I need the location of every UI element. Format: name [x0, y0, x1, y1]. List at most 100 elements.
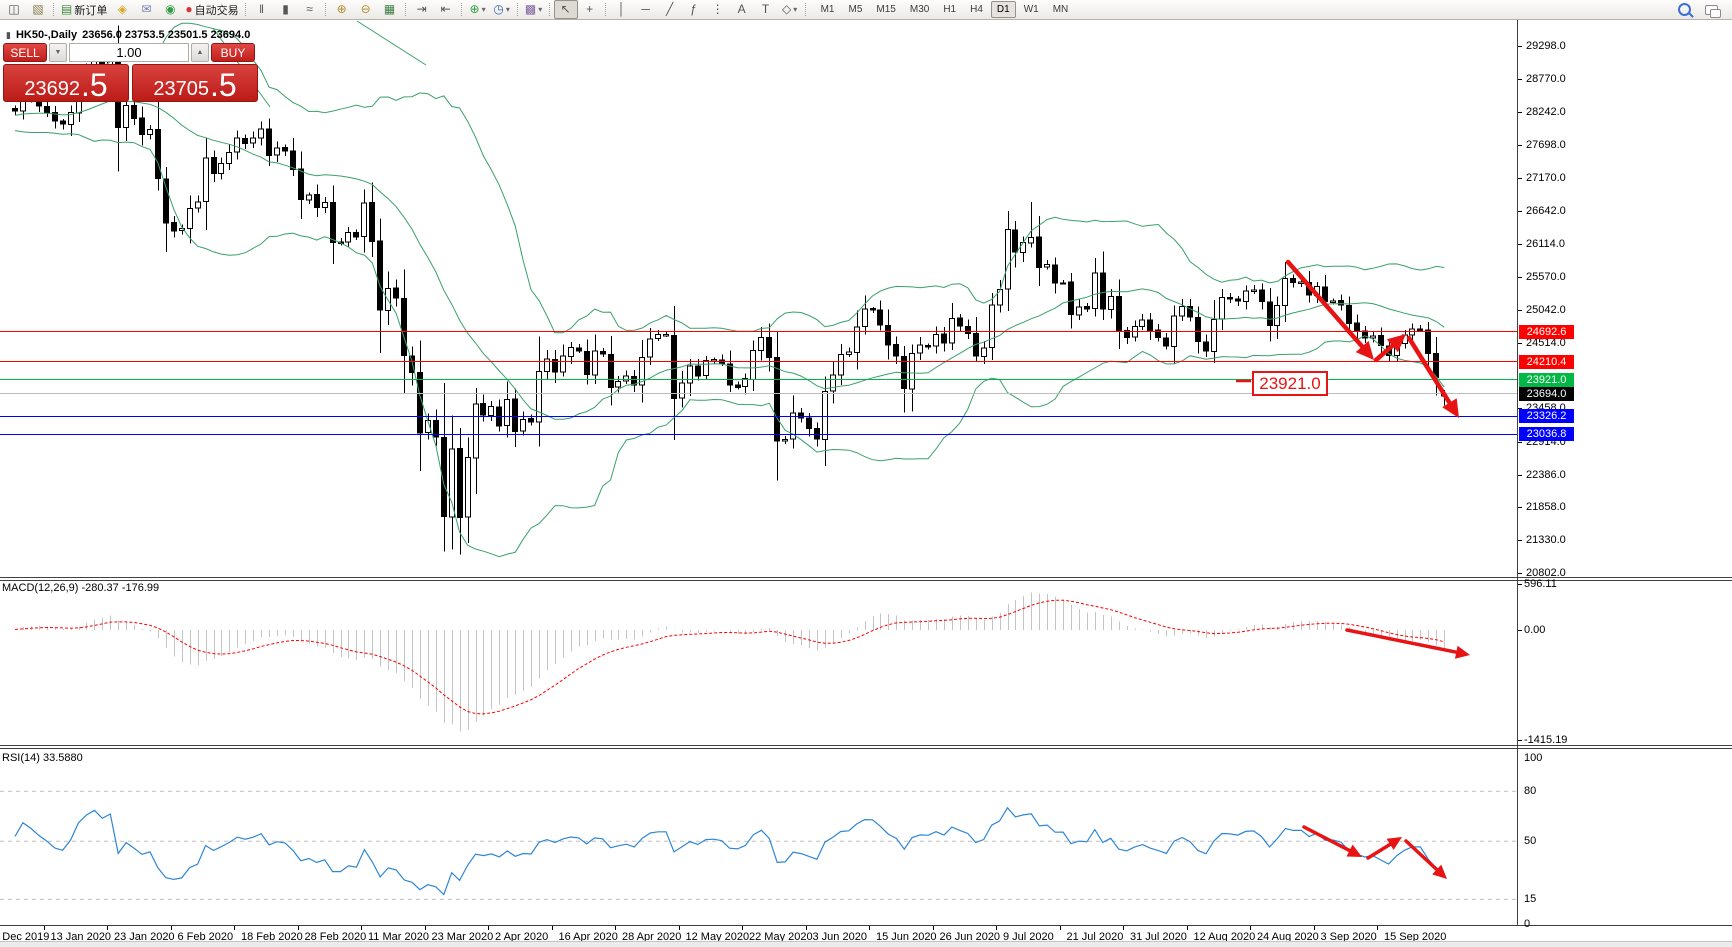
autotrading-button[interactable]: ● 自动交易 — [182, 0, 241, 19]
chart-window-icon[interactable]: ◫ — [2, 0, 26, 19]
date-tick-mark — [1123, 926, 1124, 930]
timeframe-h4[interactable]: H4 — [964, 1, 989, 18]
toolbar-buttons: ◫ ▧ ▤ 新订单 ◈ ✉ ◉ ● 自动交易 ‖ ▮ ≈ ⊕ ⊖ ▦ ⇥ ⇤ ⊕ ▾ ◷ ▾ ▩ ▾ ↖ + │ ─ ╱ ƒ ⋮ A T ◇ ▾ — [2, 0, 802, 19]
autotrading-button: ● — [185, 2, 193, 16]
auto-scroll-icon[interactable]: ⇥ — [410, 0, 434, 19]
volume-input[interactable] — [69, 43, 189, 62]
vertical-line-icon: │ — [617, 2, 626, 16]
timeframe-m1[interactable]: M1 — [815, 1, 841, 18]
new-order-button[interactable]: ▤ 新订单 — [58, 0, 110, 19]
text-icon: A — [737, 2, 746, 16]
search-icon[interactable] — [1678, 3, 1691, 16]
horizontal-line-icon: ─ — [641, 2, 650, 16]
date-tick-mark — [932, 926, 934, 930]
date-tick-mark — [551, 926, 553, 930]
shapes-icon[interactable]: ◇ ▾ — [778, 0, 802, 19]
tile-windows-icon[interactable]: ▦ — [378, 0, 402, 19]
cursor-icon: ↖ — [560, 2, 571, 16]
trend-arrow[interactable] — [1366, 842, 1392, 860]
chart-canvas[interactable] — [0, 0, 1732, 946]
timeframe-d1[interactable]: D1 — [990, 1, 1016, 18]
date-tick-mark — [1250, 926, 1251, 930]
date-tick-mark — [805, 926, 807, 930]
tile-windows-icon: ▦ — [383, 2, 396, 16]
toolbar: ◫ ▧ ▤ 新订单 ◈ ✉ ◉ ● 自动交易 ‖ ▮ ≈ ⊕ ⊖ ▦ ⇥ ⇤ ⊕ ▾ ◷ ▾ ▩ ▾ ↖ + │ ─ ╱ ƒ ⋮ A T ◇ ▾ … — [0, 0, 1732, 20]
template-icon[interactable]: ▩ ▾ — [522, 0, 546, 19]
label-icon: T — [761, 2, 770, 16]
signal-icon: ◉ — [165, 2, 176, 16]
history-center-icon[interactable]: ◈ — [110, 0, 134, 19]
horizontal-line-icon[interactable]: ─ — [634, 0, 658, 19]
mailbox-icon[interactable]: ✉ — [134, 0, 158, 19]
fibo-fan-icon[interactable]: ⋮ — [706, 0, 730, 19]
price-annotation-label[interactable]: 23921.0 — [1252, 371, 1328, 396]
bar-chart-icon[interactable]: ‖ — [250, 0, 274, 19]
chart-search-icon: ▧ — [32, 2, 44, 16]
timeframe-m5[interactable]: M5 — [843, 1, 869, 18]
timeframe-m15[interactable]: M15 — [870, 1, 901, 18]
trend-arrow[interactable] — [1302, 825, 1352, 853]
zoom-out-icon[interactable]: ⊖ — [354, 0, 378, 19]
chart-shift-icon[interactable]: ⇤ — [434, 0, 458, 19]
bar-chart-icon: ‖ — [259, 2, 265, 16]
mailbox-icon: ✉ — [141, 2, 152, 16]
trend-arrowhead — [1454, 645, 1470, 659]
chat-icon[interactable] — [1705, 4, 1721, 18]
date-tick-mark — [361, 926, 362, 930]
line-chart-icon[interactable]: ≈ — [298, 0, 322, 19]
zoom-in-icon[interactable]: ⊕ — [330, 0, 354, 19]
trend-arrow[interactable] — [1404, 839, 1439, 872]
buy-price-int: 23705 — [153, 78, 209, 100]
volume-down-spinner[interactable]: ▼ — [49, 43, 67, 62]
timeframe-w1[interactable]: W1 — [1018, 1, 1045, 18]
toolbar-separator — [804, 3, 807, 16]
chevron-down-icon: ▾ — [793, 5, 798, 14]
macd-signal-line — [14, 599, 1445, 715]
macd-histogram — [15, 592, 1445, 732]
volume-up-spinner[interactable]: ▲ — [191, 43, 209, 62]
ohlc-values: 23656.0 23753.5 23501.5 23694.0 — [82, 29, 251, 41]
buy-button[interactable]: BUY — [211, 43, 255, 62]
one-click-trading-panel: SELL ▼ ▲ BUY 23692 .5 23705 .5 — [3, 43, 258, 102]
shapes-icon: ◇ — [781, 2, 792, 16]
crosshair-icon[interactable]: + — [578, 0, 602, 19]
chart-search-icon[interactable]: ▧ — [26, 0, 50, 19]
signal-icon[interactable]: ◉ — [158, 0, 182, 19]
template-icon: ▩ — [524, 2, 537, 16]
symbol-period-label: HK50-,Daily — [15, 29, 78, 41]
candlestick-chart-icon[interactable]: ▮ — [274, 0, 298, 19]
date-tick-mark — [234, 926, 235, 930]
line-chart-icon: ≈ — [306, 2, 313, 16]
buy-price-display[interactable]: 23705 .5 — [132, 64, 258, 102]
trendline-green[interactable] — [356, 20, 427, 66]
trendline-icon[interactable]: ╱ — [658, 0, 682, 19]
timeframe-m30[interactable]: M30 — [904, 1, 935, 18]
date-tick-mark — [869, 926, 870, 930]
autotrading-button-label: 自动交易 — [194, 4, 239, 17]
fibo-icon[interactable]: ƒ — [682, 0, 706, 19]
window-bottom-strip — [0, 941, 1732, 947]
sell-button[interactable]: SELL — [3, 43, 47, 62]
timeframe-h1[interactable]: H1 — [937, 1, 962, 18]
timeframe-mn[interactable]: MN — [1047, 1, 1075, 18]
sell-price-display[interactable]: 23692 .5 — [3, 64, 129, 102]
add-indicator-icon[interactable]: ⊕ ▾ — [466, 0, 490, 19]
macd-panel — [14, 592, 1445, 732]
date-tick-mark — [996, 926, 997, 930]
rsi-line — [14, 806, 1445, 896]
date-tick-mark — [170, 926, 172, 930]
macd-label: MACD(12,26,9) -280.37 -176.99 — [2, 582, 160, 594]
cursor-icon[interactable]: ↖ — [553, 0, 578, 19]
fibo-fan-icon: ⋮ — [711, 2, 724, 16]
text-icon[interactable]: A — [730, 0, 754, 19]
date-tick-mark — [488, 926, 489, 930]
toolbar-separator — [460, 3, 463, 16]
price-chart[interactable] — [12, 22, 1447, 558]
date-tick-mark — [678, 926, 680, 930]
vertical-line-icon[interactable]: │ — [610, 0, 634, 19]
sell-price-int: 23692 — [24, 78, 80, 100]
toolbar-right — [1678, 3, 1728, 18]
period-icon[interactable]: ◷ ▾ — [490, 0, 514, 19]
trendline-icon: ╱ — [665, 2, 674, 16]
label-icon[interactable]: T — [754, 0, 778, 19]
